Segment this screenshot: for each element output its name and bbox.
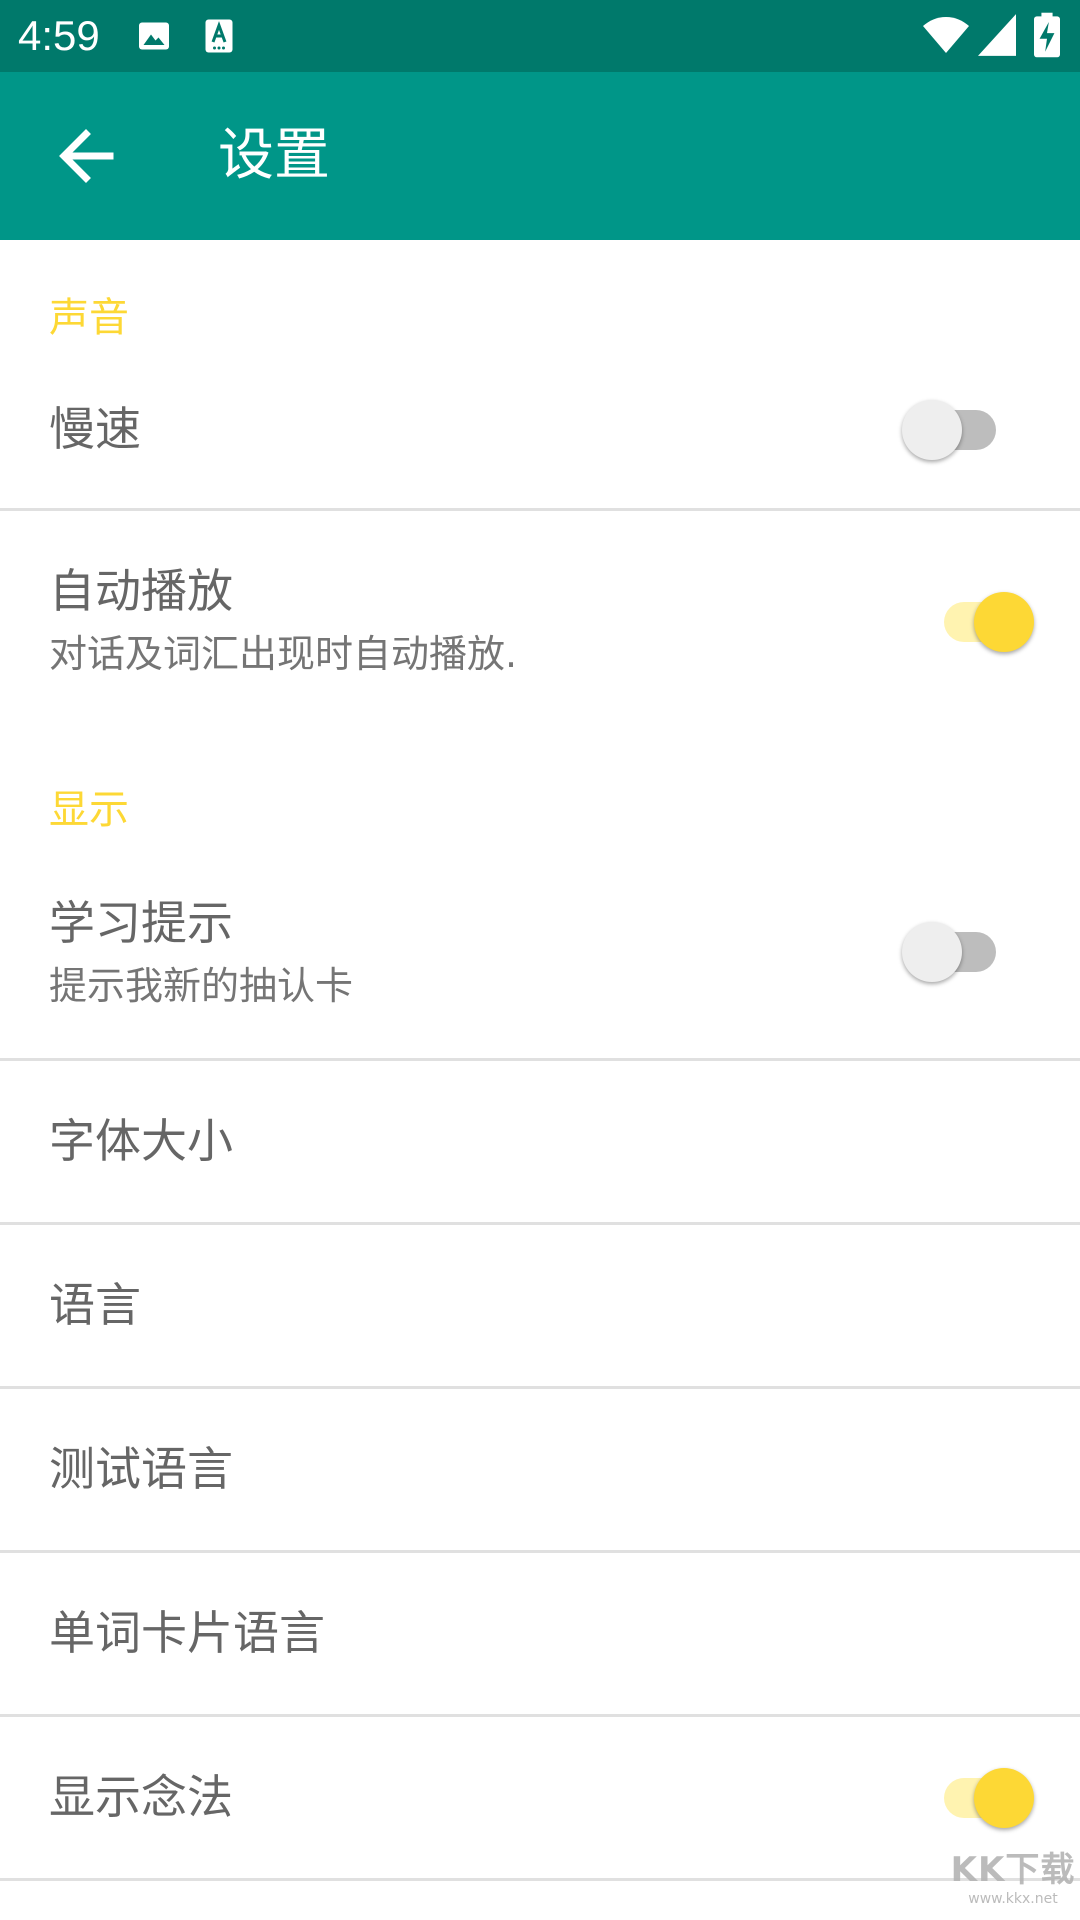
setting-study-hint[interactable]: 学习提示 提示我新的抽认卡 [0, 870, 1080, 1060]
divider [0, 1714, 1080, 1717]
status-time: 4:59 [18, 12, 100, 59]
image-icon [139, 22, 169, 50]
setting-font-size[interactable]: 字体大小 [0, 1062, 1080, 1222]
divider [0, 1058, 1080, 1061]
back-button[interactable] [40, 108, 136, 204]
divider [0, 1386, 1080, 1389]
show-pronunciation-switch[interactable] [924, 1766, 1034, 1830]
divider [0, 1222, 1080, 1225]
setting-summary: 对话及词汇出现时自动播放. [49, 632, 518, 676]
divider [0, 1878, 1080, 1881]
watermark-logo: KK下载 www.kkx.net [948, 1850, 1078, 1920]
section-header-sound: 声音 [49, 295, 129, 341]
setting-title: 自动播放 [49, 564, 233, 618]
arrow-left-icon [59, 129, 114, 183]
divider [0, 1550, 1080, 1553]
study-hint-switch[interactable] [900, 920, 1010, 984]
setting-title: 语言 [49, 1278, 141, 1332]
switch-thumb [974, 1768, 1034, 1828]
keyboard-a-icon [205, 19, 233, 53]
slow-speed-switch[interactable] [900, 398, 1010, 462]
setting-title: 字体大小 [49, 1114, 233, 1168]
setting-title: 慢速 [49, 402, 141, 456]
setting-autoplay[interactable]: 自动播放 对话及词汇出现时自动播放. [0, 512, 1080, 722]
wifi-icon [923, 17, 969, 53]
setting-test-language[interactable]: 测试语言 [0, 1390, 1080, 1550]
setting-summary: 提示我新的抽认卡 [49, 964, 354, 1008]
autoplay-switch[interactable] [924, 590, 1034, 654]
battery-charging-icon [1034, 12, 1060, 58]
setting-title: 单词卡片语言 [49, 1606, 325, 1660]
setting-show-pronunciation[interactable]: 显示念法 [0, 1718, 1080, 1878]
setting-language[interactable]: 语言 [0, 1226, 1080, 1386]
setting-title: 显示念法 [49, 1770, 233, 1824]
setting-slow-speed[interactable]: 慢速 [0, 370, 1080, 510]
app-bar: 设置 [0, 72, 1080, 240]
watermark-main: KK下载 [950, 1850, 1076, 1890]
setting-title: 学习提示 [49, 896, 233, 950]
page-title: 设置 [218, 123, 330, 188]
divider [0, 508, 1080, 511]
switch-thumb [902, 922, 962, 982]
section-header-display: 显示 [49, 787, 129, 833]
setting-word-card-language[interactable]: 单词卡片语言 [0, 1554, 1080, 1714]
signal-icon [978, 14, 1016, 56]
watermark-sub: www.kkx.net [968, 1891, 1058, 1907]
setting-title: 测试语言 [49, 1442, 233, 1496]
status-bar: 4:59 [0, 0, 1080, 72]
switch-thumb [974, 592, 1034, 652]
switch-thumb [902, 400, 962, 460]
